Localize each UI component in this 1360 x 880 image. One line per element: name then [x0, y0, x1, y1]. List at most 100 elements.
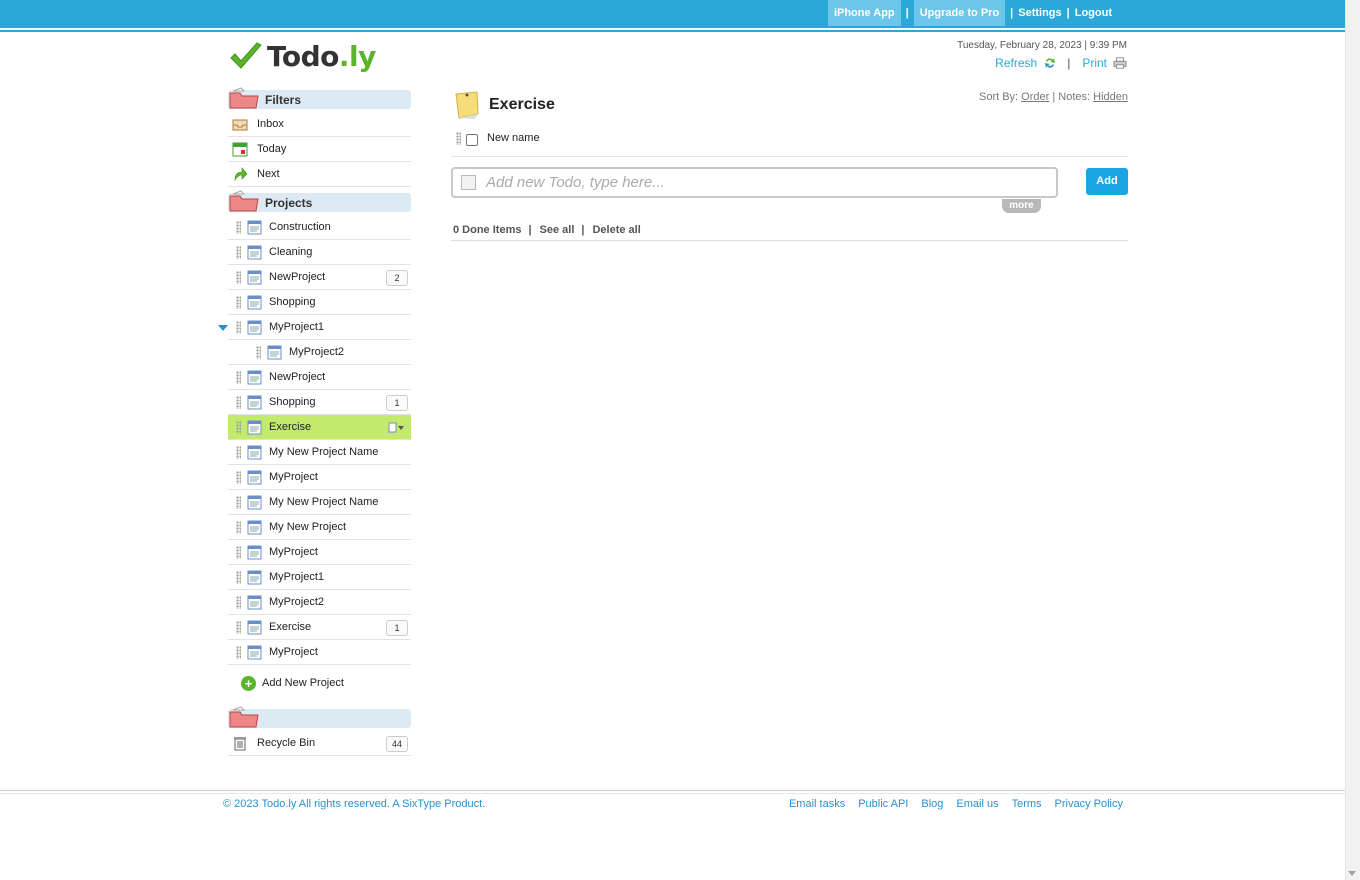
filter-next[interactable]: Next	[228, 162, 411, 187]
filter-label: Next	[257, 168, 280, 180]
project-item[interactable]: MyProject1	[218, 315, 411, 340]
drag-handle-icon[interactable]	[236, 370, 241, 384]
settings-link[interactable]: Settings	[1018, 7, 1061, 19]
project-item[interactable]: Cleaning	[228, 240, 411, 265]
project-item[interactable]: Shopping 1	[228, 390, 411, 415]
project-list-icon	[247, 245, 262, 259]
project-title: Exercise	[489, 96, 555, 113]
projects-header: Projects	[228, 190, 411, 212]
add-new-project-button[interactable]: + Add New Project	[228, 665, 411, 701]
logout-link[interactable]: Logout	[1075, 7, 1112, 19]
project-menu-icon[interactable]	[388, 422, 406, 433]
drag-handle-icon[interactable]	[236, 395, 241, 409]
header-toolbar: Refresh | Print	[995, 56, 1127, 70]
notes-hidden-link[interactable]: Hidden	[1093, 91, 1128, 103]
footer-link-email-tasks[interactable]: Email tasks	[789, 798, 845, 810]
done-items-bar: 0 Done Items | See all | Delete all	[451, 219, 1128, 241]
project-list-icon	[247, 495, 262, 509]
drag-handle-icon[interactable]	[236, 520, 241, 534]
logo[interactable]: Todo.ly	[229, 40, 376, 73]
add-project-label: Add New Project	[262, 677, 344, 689]
done-items-count[interactable]: 0 Done Items	[453, 224, 521, 236]
copyright[interactable]: © 2023 Todo.ly All rights reserved. A Si…	[223, 798, 485, 810]
drag-handle-icon[interactable]	[236, 320, 241, 334]
project-label: Shopping	[269, 396, 316, 408]
project-item[interactable]: My New Project	[228, 515, 411, 540]
project-item[interactable]: Exercise	[228, 415, 411, 440]
vertical-scrollbar[interactable]	[1345, 0, 1360, 880]
drag-handle-icon[interactable]	[236, 220, 241, 234]
project-list-icon	[247, 595, 262, 609]
todo-item[interactable]: New name	[451, 127, 1128, 157]
drag-handle-icon[interactable]	[236, 445, 241, 459]
printer-icon[interactable]	[1113, 56, 1127, 70]
project-label: Exercise	[269, 421, 312, 433]
footer-link-public-api[interactable]: Public API	[858, 798, 908, 810]
drag-handle-icon[interactable]	[236, 495, 241, 509]
separator: |	[1010, 7, 1014, 19]
new-todo-placeholder: Add new Todo, type here...	[486, 174, 665, 191]
drag-handle-icon[interactable]	[236, 595, 241, 609]
expand-arrow-icon[interactable]	[218, 325, 228, 331]
project-item[interactable]: MyProject1	[228, 565, 411, 590]
filter-inbox[interactable]: Inbox	[228, 112, 411, 137]
project-list-icon	[267, 345, 282, 359]
drag-handle-icon[interactable]	[236, 620, 241, 634]
todo-text[interactable]: New name	[487, 132, 540, 144]
project-item[interactable]: Exercise 1	[228, 615, 411, 640]
project-item[interactable]: MyProject2	[228, 590, 411, 615]
project-label: MyProject	[269, 471, 318, 483]
plus-icon: +	[241, 675, 256, 691]
drag-handle-icon[interactable]	[236, 270, 241, 284]
project-item[interactable]: My New Project Name	[228, 490, 411, 515]
upgrade-link[interactable]: Upgrade to Pro	[913, 0, 1006, 26]
see-all-link[interactable]: See all	[540, 224, 575, 236]
sidebar: Filters Inbox Today Next Projects Constr…	[218, 87, 411, 756]
project-item[interactable]: MyProject	[228, 540, 411, 565]
scroll-down-arrow-icon[interactable]	[1348, 871, 1356, 876]
footer-link-blog[interactable]: Blog	[921, 798, 943, 810]
project-label: MyProject2	[289, 346, 345, 358]
project-item[interactable]: MyProject	[228, 465, 411, 490]
project-item[interactable]: NewProject 2	[228, 265, 411, 290]
new-todo-input[interactable]: Add new Todo, type here...	[451, 167, 1058, 198]
delete-all-link[interactable]: Delete all	[592, 224, 640, 236]
drag-handle-icon[interactable]	[256, 345, 261, 359]
drag-handle-icon[interactable]	[236, 295, 241, 309]
project-item[interactable]: MyProject	[228, 640, 411, 665]
footer-link-terms[interactable]: Terms	[1012, 798, 1042, 810]
project-item[interactable]: My New Project Name	[228, 440, 411, 465]
drag-handle-icon[interactable]	[236, 470, 241, 484]
project-header: Exercise Sort By: Order | Notes: Hidden	[451, 90, 1128, 120]
project-item[interactable]: Shopping	[228, 290, 411, 315]
recycle-bin[interactable]: Recycle Bin 44	[228, 731, 411, 756]
footer-link-privacy[interactable]: Privacy Policy	[1055, 798, 1123, 810]
refresh-icon[interactable]	[1043, 56, 1057, 70]
project-list-icon	[247, 270, 262, 284]
project-label: Exercise	[269, 621, 312, 633]
iphone-app-link[interactable]: iPhone App	[827, 0, 901, 26]
project-list-icon	[247, 645, 262, 659]
sort-by-order-link[interactable]: Order	[1021, 91, 1049, 103]
drag-handle-icon[interactable]	[236, 545, 241, 559]
sort-by-label: Sort By:	[978, 91, 1019, 103]
drag-handle-icon[interactable]	[236, 645, 241, 659]
drag-handle-icon[interactable]	[236, 570, 241, 584]
project-label: MyProject1	[269, 571, 325, 583]
project-item[interactable]: MyProject2	[228, 340, 411, 365]
add-todo-button[interactable]: Add	[1086, 168, 1128, 195]
more-options-button[interactable]: more	[1002, 199, 1041, 213]
drag-handle-icon[interactable]	[236, 420, 241, 434]
filter-today[interactable]: Today	[228, 137, 411, 162]
drag-handle-icon[interactable]	[236, 245, 241, 259]
print-link[interactable]: Print	[1082, 56, 1107, 70]
project-list-icon	[247, 620, 262, 634]
refresh-link[interactable]: Refresh	[995, 56, 1037, 70]
trash-icon	[234, 737, 246, 751]
project-item[interactable]: NewProject	[228, 365, 411, 390]
calendar-icon	[232, 142, 248, 157]
todo-checkbox[interactable]	[466, 133, 478, 146]
project-item[interactable]: Construction	[228, 215, 411, 240]
footer-link-email-us[interactable]: Email us	[956, 798, 998, 810]
drag-handle-icon[interactable]	[456, 132, 461, 145]
